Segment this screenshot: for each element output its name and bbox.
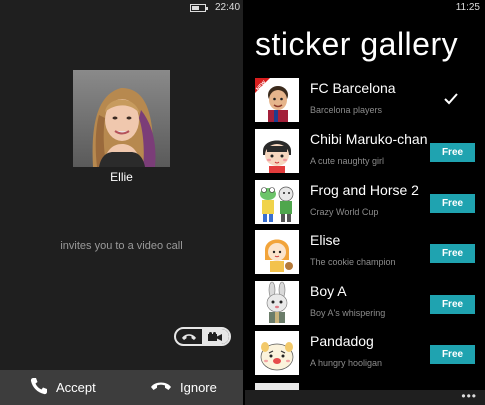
sticker-description: The cookie champion [310,257,396,267]
phone-answer-icon [30,377,56,398]
sticker-thumbnail [255,281,299,325]
more-options-button[interactable]: ••• [461,389,477,403]
phone-icon [176,329,202,344]
sticker-item-fc-barcelona[interactable]: NEW FC Barcelona Barcelona players [245,78,485,125]
sticker-description: A cute naughty girl [310,156,385,166]
sticker-item-elise[interactable]: Elise The cookie champion Free [245,230,485,277]
status-time: 11:25 [455,2,480,13]
page-title: sticker gallery [255,26,459,62]
ignore-label: Ignore [180,380,217,395]
sticker-thumbnail [255,331,299,375]
caller-photo [73,70,170,167]
ignore-button[interactable]: Ignore [150,370,217,405]
invite-text: invites you to a video call [60,240,183,252]
sticker-description: Barcelona players [310,105,383,115]
status-bar: 22:40 [0,0,243,16]
call-action-bar: Accept Ignore [0,370,243,405]
sticker-item-boy-a[interactable]: Boy A Boy A's whispering Free [245,281,485,328]
status-time: 22:40 [215,2,241,13]
free-button[interactable]: Free [430,295,475,314]
sticker-thumbnail: NEW [255,78,299,122]
sticker-item-pandadog[interactable]: Pandadog A hungry hooligan Free [245,331,485,378]
phone-hangup-icon [150,380,180,395]
free-button[interactable]: Free [430,194,475,213]
sticker-thumbnail [255,230,299,274]
free-button[interactable]: Free [430,244,475,263]
sticker-description: Boy A's whispering [310,308,386,318]
sticker-thumbnail [255,180,299,224]
battery-icon [190,4,208,12]
sticker-description: Crazy World Cup [310,207,379,217]
sticker-gallery-screen: 11:25 sticker gallery NEW FC Barcelona B… [245,0,485,405]
sticker-item-frog-and-horse-2[interactable]: Frog and Horse 2 Crazy World Cup Free [245,180,485,227]
free-button[interactable]: Free [430,345,475,364]
app-bar: ••• [245,389,485,405]
call-mode-toggle[interactable] [174,327,231,346]
incoming-call-screen: 22:40 Ellie invites you to a video call [0,0,243,405]
free-button[interactable]: Free [430,143,475,162]
accept-label: Accept [56,380,96,395]
sticker-thumbnail [255,129,299,173]
caller-name: Ellie [110,170,133,184]
sticker-description: A hungry hooligan [310,358,383,368]
checkmark-icon [444,92,458,110]
accept-button[interactable]: Accept [30,370,96,405]
video-camera-icon [202,329,229,344]
sticker-item-chibi-maruko-chan[interactable]: Chibi Maruko-chan A cute naughty girl Fr… [245,129,485,176]
